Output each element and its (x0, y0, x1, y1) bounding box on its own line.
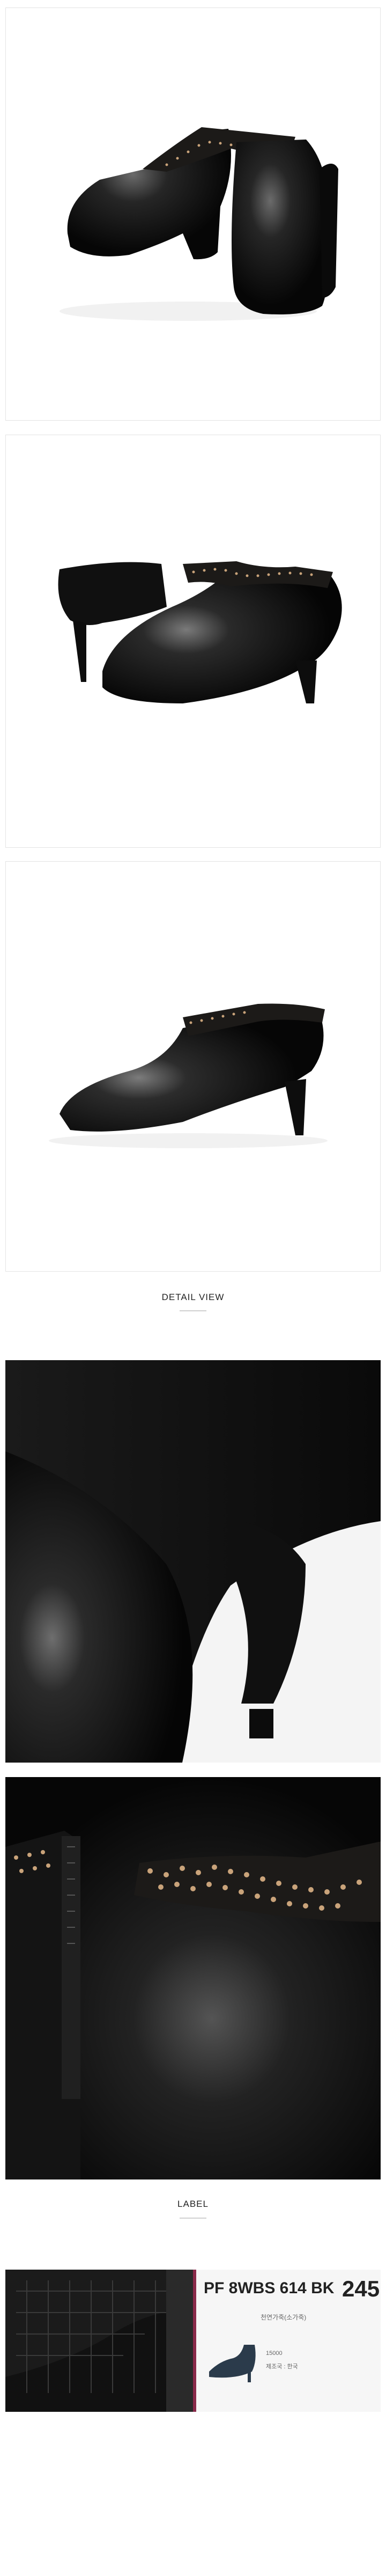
detail-photo-studs (5, 1777, 381, 2179)
product-photo-2 (5, 435, 381, 848)
origin-line: 제조국 : 한국 (266, 2364, 298, 2370)
size-label: 245 (342, 2276, 380, 2301)
boot-thumbnail-icon (209, 2345, 256, 2382)
section-divider (180, 1310, 206, 1311)
heel-closeup-image (5, 1360, 381, 1763)
label-tag: PF 8WBS 614 BK 245 천연가죽(소가죽) 15000 제조국 :… (193, 2270, 381, 2412)
product-code: PF 8WBS 614 BK (204, 2279, 335, 2297)
studded-band-closeup-image (5, 1777, 381, 2179)
ankle-boot-side-image (49, 1003, 328, 1148)
detail-view-heading: DETAIL VIEW (161, 1292, 225, 1302)
product-photo-1 (5, 8, 381, 421)
small-code: 15000 (266, 2350, 283, 2357)
product-photo-3 (5, 861, 381, 1272)
section-divider (180, 2218, 206, 2219)
detail-photo-heel (5, 1360, 381, 1763)
ankle-boots-pair-image (60, 127, 338, 321)
label-photo: PF 8WBS 614 BK 245 천연가죽(소가죽) 15000 제조국 :… (5, 2270, 381, 2412)
material-line: 천연가죽(소가죽) (261, 2314, 307, 2321)
label-heading: LABEL (177, 2199, 209, 2209)
boot-thumbnail (204, 2329, 263, 2388)
ankle-boots-angle-image (58, 561, 342, 703)
